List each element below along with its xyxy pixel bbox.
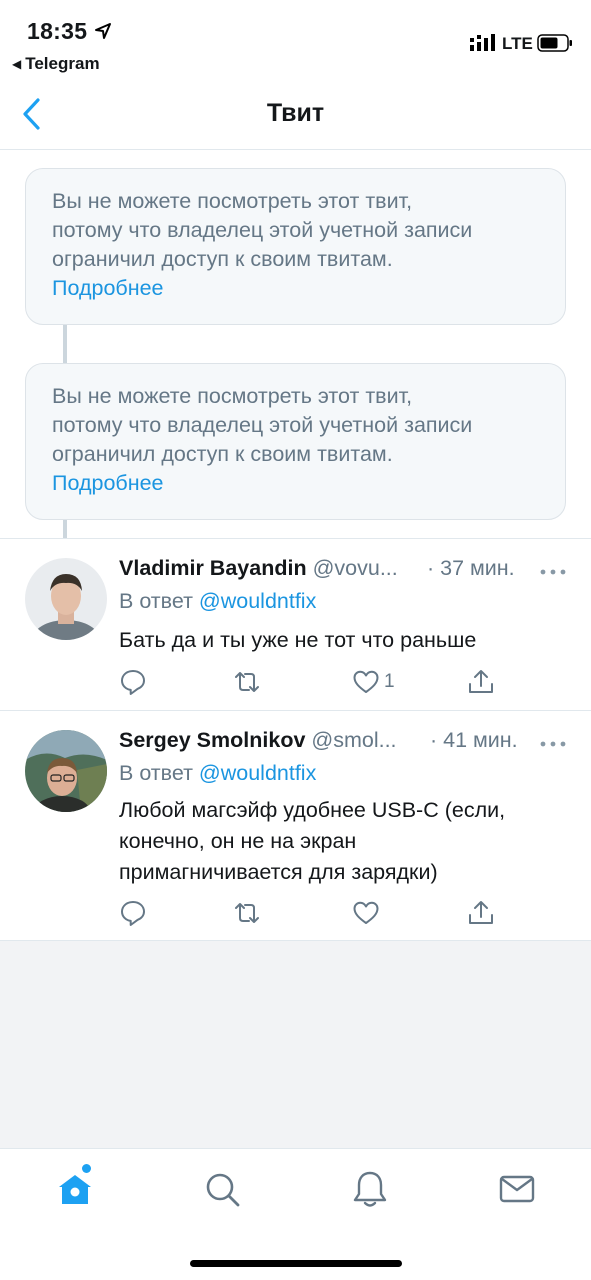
tweet-text: Бать да и ты уже не тот что раньше: [119, 625, 569, 656]
heart-icon: [353, 901, 379, 924]
share-button[interactable]: [467, 898, 495, 928]
location-arrow-icon: [95, 23, 111, 39]
thread-connector: [63, 325, 67, 363]
notification-dot: [82, 1164, 91, 1173]
share-button[interactable]: [467, 667, 495, 697]
retweet-icon: [235, 903, 259, 923]
tweet-actions: [119, 898, 499, 928]
share-icon: [469, 901, 493, 924]
tweet-text: Любой магсэйф удобнее USB-C (если, конеч…: [119, 795, 569, 888]
author-name[interactable]: Vladimir Bayandin: [119, 556, 307, 580]
battery-icon: [537, 34, 572, 52]
reply-button[interactable]: [119, 667, 147, 697]
back-app-label: Telegram: [25, 54, 100, 73]
status-time: 18:35: [27, 18, 88, 44]
reply-button[interactable]: [119, 898, 147, 928]
status-bar: 18:35 ◀ Telegram LTE: [0, 0, 591, 80]
retweet-button[interactable]: [233, 667, 261, 697]
tweet-text-line: конечно, он не на экран: [119, 829, 357, 853]
tweet[interactable]: Vladimir Bayandin @vovu... · 37 мин. В о…: [0, 538, 591, 710]
tweet-header: Vladimir Bayandin @vovu...: [119, 556, 398, 581]
like-button[interactable]: [352, 898, 384, 928]
tweet-text-line: примагничивается для зарядки): [119, 860, 438, 884]
signal-icon: [470, 34, 495, 51]
reply-prefix: В ответ: [119, 589, 193, 613]
author-name[interactable]: Sergey Smolnikov: [119, 728, 305, 752]
more-options-icon[interactable]: [540, 567, 566, 577]
tweet-time: · 41 мин.: [430, 728, 518, 752]
search-icon[interactable]: [200, 1167, 244, 1211]
reply-icon: [121, 670, 145, 695]
tweet-text-line: Любой магсэйф удобнее USB-C (если,: [119, 798, 506, 822]
reply-mention-link[interactable]: @wouldntfix: [199, 761, 316, 785]
notice-line: ограничил доступ к своим твитам.: [52, 247, 393, 271]
more-options-icon[interactable]: [540, 739, 566, 749]
reply-mention-link[interactable]: @wouldntfix: [199, 589, 316, 613]
home-indicator[interactable]: [190, 1260, 402, 1267]
retweet-button[interactable]: [233, 898, 261, 928]
restricted-tweet-notice: Вы не можете посмотреть этот твит, потом…: [25, 363, 566, 520]
notice-line: потому что владелец этой учетной записи: [52, 413, 473, 437]
avatar-photo: [25, 730, 107, 812]
avatar-photo: [25, 558, 107, 640]
back-to-telegram[interactable]: ◀ Telegram: [12, 54, 100, 74]
home-icon[interactable]: [53, 1167, 97, 1211]
notice-line: ограничил доступ к своим твитам.: [52, 442, 393, 466]
author-handle[interactable]: @smol...: [311, 728, 396, 752]
restricted-tweet-notice: Вы не можете посмотреть этот твит, потом…: [25, 168, 566, 325]
back-triangle-icon: ◀: [12, 57, 22, 71]
thread-connector: [63, 520, 67, 538]
reply-context: В ответ @wouldntfix: [119, 761, 316, 786]
like-count: 1: [384, 671, 395, 692]
network-type: LTE: [502, 34, 533, 53]
tweet-actions: 1: [119, 667, 499, 697]
tweet-text-line: Бать да и ты уже не тот что раньше: [119, 628, 477, 652]
nav-bar: Твит: [0, 80, 591, 150]
tweet[interactable]: Sergey Smolnikov @smol... · 41 мин. В от…: [0, 710, 591, 940]
empty-area: [0, 940, 591, 1148]
notifications-icon[interactable]: [348, 1167, 392, 1211]
avatar[interactable]: [25, 558, 107, 640]
avatar[interactable]: [25, 730, 107, 812]
like-button[interactable]: 1: [352, 667, 395, 697]
reply-context: В ответ @wouldntfix: [119, 589, 316, 614]
messages-icon[interactable]: [495, 1167, 539, 1211]
page-title: Твит: [266, 99, 325, 127]
learn-more-link[interactable]: Подробнее: [52, 469, 565, 498]
author-handle[interactable]: @vovu...: [313, 556, 398, 580]
tweet-header: Sergey Smolnikov @smol...: [119, 728, 397, 753]
retweet-icon: [235, 672, 259, 692]
heart-icon: [353, 670, 379, 693]
reply-prefix: В ответ: [119, 761, 193, 785]
tweet-time: · 37 мин.: [427, 556, 515, 580]
notice-line: Вы не можете посмотреть этот твит,: [52, 384, 413, 408]
notice-line: потому что владелец этой учетной записи: [52, 218, 473, 242]
share-icon: [469, 670, 493, 693]
notice-line: Вы не можете посмотреть этот твит,: [52, 189, 413, 213]
learn-more-link[interactable]: Подробнее: [52, 274, 565, 303]
reply-icon: [121, 901, 145, 926]
